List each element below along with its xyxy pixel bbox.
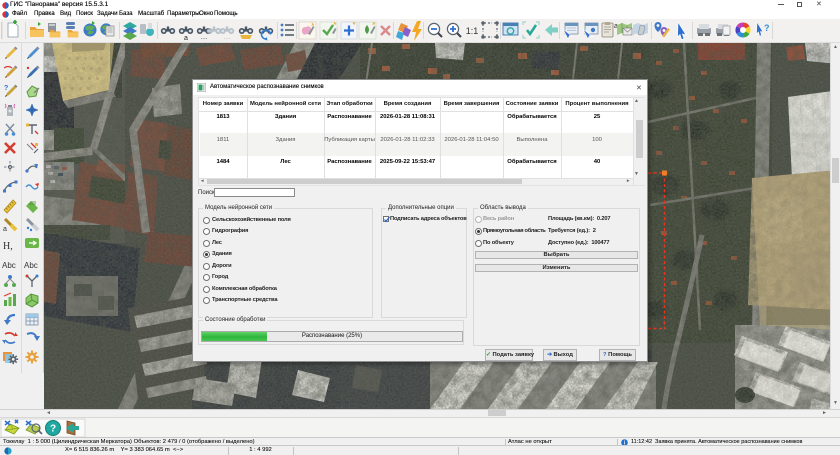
svg-text:Abc: Abc	[2, 261, 16, 270]
svg-text:a: a	[184, 35, 188, 42]
svg-text:a: a	[3, 226, 7, 233]
svg-text:1:1: 1:1	[466, 26, 479, 36]
svg-text:?: ?	[4, 85, 8, 92]
svg-text:…: …	[224, 34, 231, 41]
svg-text:?: ?	[764, 23, 770, 33]
svg-text:H,: H,	[3, 241, 13, 252]
svg-text:Abc: Abc	[24, 261, 38, 270]
svg-text:?: ?	[50, 424, 56, 435]
svg-text:…: …	[201, 34, 208, 41]
